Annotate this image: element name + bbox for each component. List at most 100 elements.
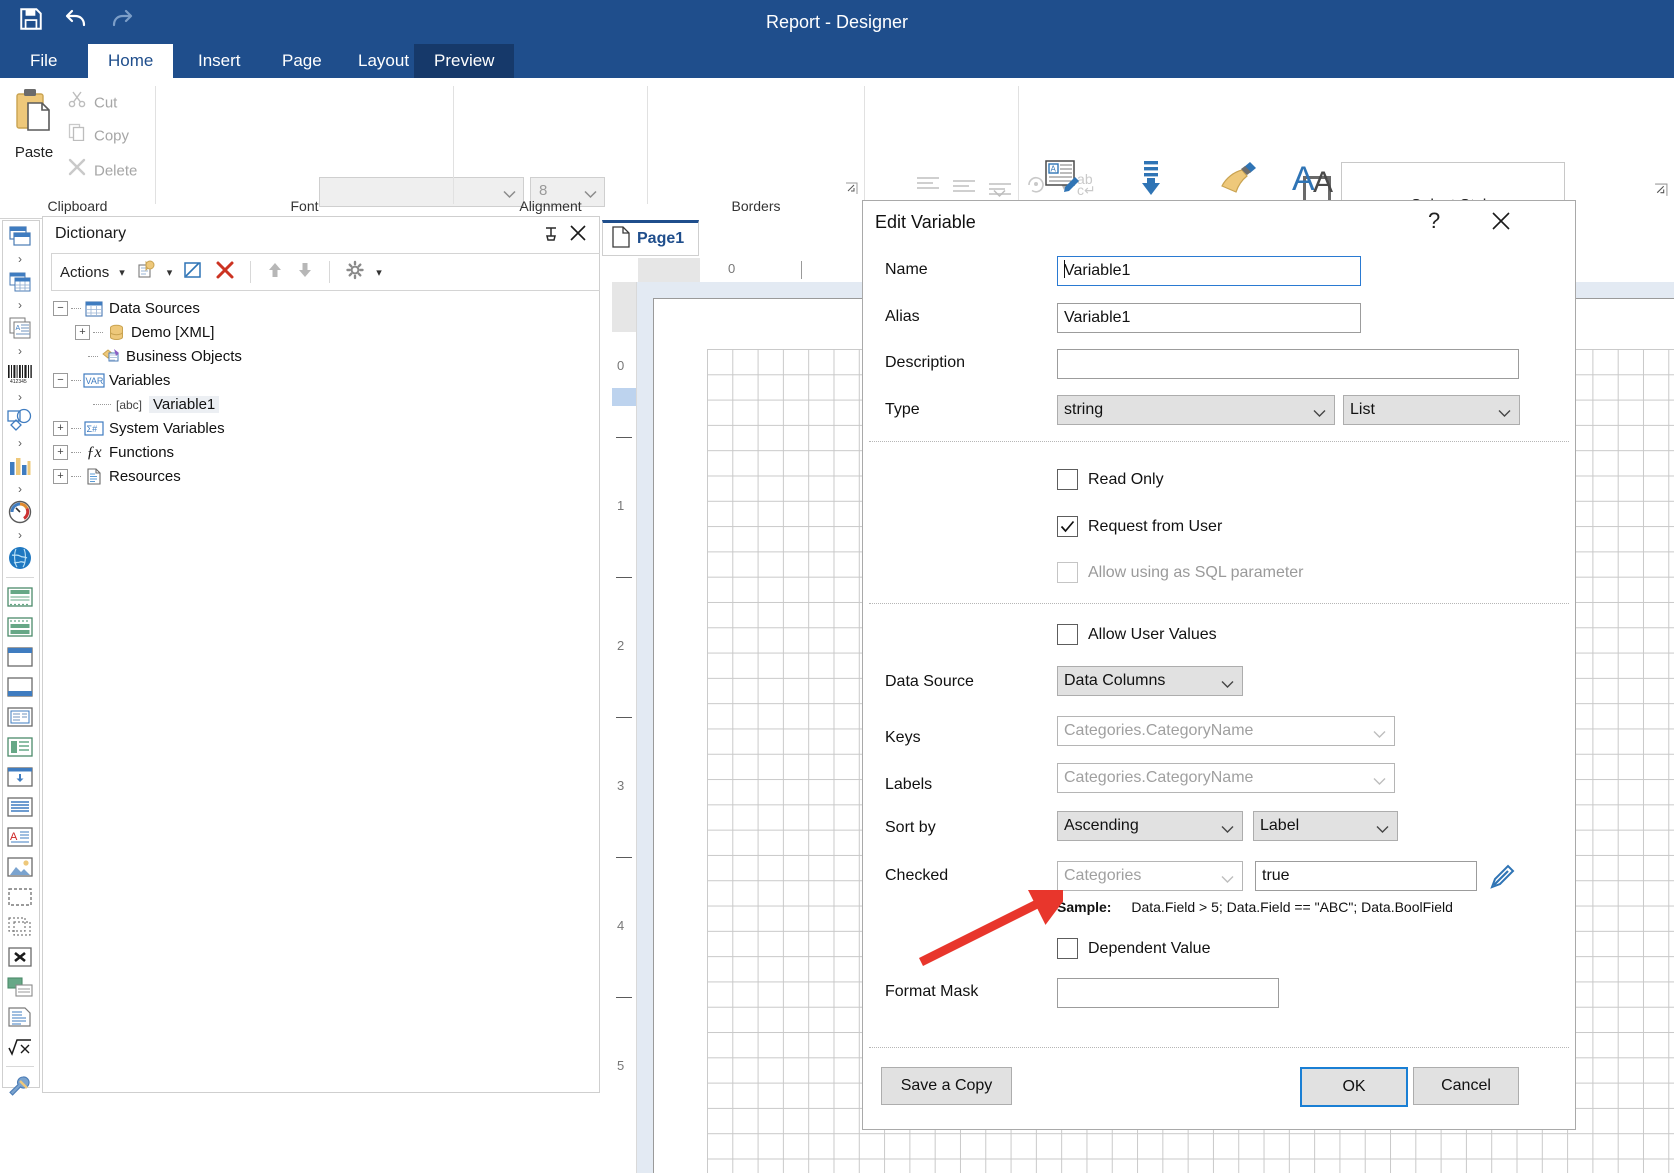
allow-user-values-checkbox-row[interactable]: Allow User Values bbox=[1057, 624, 1217, 645]
request-from-user-checkbox-row[interactable]: Request from User bbox=[1057, 516, 1222, 537]
sort-field-select[interactable]: Label bbox=[1253, 811, 1398, 841]
tree-node-business-objects[interactable]: Business Objects bbox=[53, 345, 593, 368]
chevron-right-icon[interactable]: › bbox=[3, 481, 37, 497]
expand-toggle[interactable]: + bbox=[53, 421, 68, 436]
collapse-toggle[interactable]: − bbox=[53, 301, 68, 316]
sub-report-icon[interactable] bbox=[3, 702, 37, 732]
checked-source-select[interactable]: Categories bbox=[1057, 861, 1243, 891]
chevron-right-icon[interactable]: › bbox=[3, 343, 37, 359]
image-band-icon[interactable] bbox=[3, 852, 37, 882]
save-a-copy-button[interactable]: Save a Copy bbox=[881, 1067, 1012, 1105]
tools-wrench-icon[interactable] bbox=[3, 1071, 37, 1101]
chevron-down-icon bbox=[1313, 405, 1326, 423]
shape-component-icon[interactable] bbox=[3, 405, 37, 435]
ribbon: Paste Cut Copy Delete Clipboard 8 Font ▾… bbox=[0, 78, 1674, 263]
chevron-right-icon[interactable]: › bbox=[3, 251, 37, 267]
request-from-user-checkbox[interactable] bbox=[1057, 516, 1078, 537]
chevron-down-icon[interactable]: ▾ bbox=[376, 266, 382, 279]
tab-file[interactable]: File bbox=[10, 44, 77, 78]
chart-component-icon[interactable] bbox=[3, 451, 37, 481]
keys-select[interactable]: Categories.CategoryName bbox=[1057, 716, 1395, 746]
style-dialog-launcher[interactable] bbox=[1654, 183, 1668, 200]
pencil-edit-icon[interactable] bbox=[1488, 863, 1516, 895]
delete-icon[interactable] bbox=[214, 260, 236, 284]
page-header-band-icon[interactable] bbox=[3, 642, 37, 672]
child-band-icon[interactable] bbox=[3, 762, 37, 792]
chevron-down-icon[interactable]: ▾ bbox=[167, 266, 173, 279]
page-tab-page1[interactable]: Page1 bbox=[602, 220, 700, 256]
cross-band-icon[interactable] bbox=[3, 942, 37, 972]
tree-node-functions[interactable]: + ƒx Functions bbox=[53, 441, 593, 464]
table-component-icon[interactable] bbox=[3, 267, 37, 297]
format-mask-input[interactable] bbox=[1057, 978, 1279, 1008]
read-only-checkbox-row[interactable]: Read Only bbox=[1057, 469, 1164, 490]
alias-input[interactable]: Variable1 bbox=[1057, 303, 1361, 333]
tab-page[interactable]: Page bbox=[262, 44, 342, 78]
description-input[interactable] bbox=[1057, 349, 1519, 379]
chevron-right-icon[interactable]: › bbox=[3, 435, 37, 451]
new-item-icon[interactable] bbox=[135, 260, 157, 284]
collapse-toggle[interactable]: − bbox=[53, 373, 68, 388]
name-input[interactable]: Variable1 bbox=[1057, 256, 1361, 286]
gauge-component-icon[interactable] bbox=[3, 497, 37, 527]
dependent-value-checkbox-row[interactable]: Dependent Value bbox=[1057, 938, 1210, 959]
clone-panel-icon[interactable] bbox=[3, 912, 37, 942]
tree-node-system-variables[interactable]: + Σ# System Variables bbox=[53, 417, 593, 440]
expand-toggle[interactable]: + bbox=[53, 469, 68, 484]
sort-direction-select[interactable]: Ascending bbox=[1057, 811, 1243, 841]
map-globe-component-icon[interactable] bbox=[3, 543, 37, 573]
barcode-component-icon[interactable]: 412345 bbox=[3, 359, 37, 389]
tree-node-data-sources[interactable]: − Data Sources bbox=[53, 297, 593, 320]
chevron-right-icon[interactable]: › bbox=[3, 297, 37, 313]
page-footer-band-icon[interactable] bbox=[3, 672, 37, 702]
actions-menu-button[interactable]: Actions bbox=[60, 264, 109, 281]
labels-select[interactable]: Categories.CategoryName bbox=[1057, 763, 1395, 793]
vertical-ruler[interactable]: 0 1 2 3 4 5 bbox=[612, 282, 637, 1173]
sqrt-formula-icon[interactable] bbox=[3, 1032, 37, 1062]
empty-band-icon[interactable] bbox=[3, 792, 37, 822]
tree-label: Demo [XML] bbox=[131, 324, 215, 341]
chevron-down-icon[interactable]: ▾ bbox=[119, 266, 125, 279]
expand-toggle[interactable]: + bbox=[53, 445, 68, 460]
pin-icon[interactable] bbox=[543, 226, 559, 248]
read-only-checkbox[interactable] bbox=[1057, 469, 1078, 490]
cancel-button[interactable]: Cancel bbox=[1413, 1067, 1519, 1105]
green-band-icon[interactable] bbox=[3, 972, 37, 1002]
type-kind-select[interactable]: List bbox=[1343, 395, 1520, 425]
dashed-placeholder-icon[interactable] bbox=[3, 882, 37, 912]
v-ruler-label-2: 2 bbox=[617, 638, 625, 653]
tab-preview[interactable]: Preview bbox=[414, 44, 515, 78]
tree-node-variables[interactable]: − VAR Variables bbox=[53, 369, 593, 392]
help-icon[interactable]: ? bbox=[1428, 208, 1440, 234]
data-source-select[interactable]: Data Columns bbox=[1057, 666, 1243, 696]
tab-home[interactable]: Home bbox=[88, 44, 174, 78]
dependent-value-checkbox[interactable] bbox=[1057, 938, 1078, 959]
checked-expression-input[interactable]: true bbox=[1255, 861, 1477, 891]
tree-node-demo-xml[interactable]: + Demo [XML] bbox=[53, 321, 593, 344]
borders-dialog-launcher[interactable] bbox=[845, 182, 858, 198]
overlay-band-icon[interactable]: A bbox=[3, 822, 37, 852]
text-component-icon[interactable] bbox=[3, 221, 37, 251]
h-ruler-label-0: 0 bbox=[728, 261, 736, 276]
tree-node-resources[interactable]: + Resources bbox=[53, 465, 593, 488]
paste-button[interactable]: Paste bbox=[8, 86, 60, 161]
expand-toggle[interactable]: + bbox=[75, 325, 90, 340]
report-doc-icon[interactable] bbox=[3, 1002, 37, 1032]
edit-icon[interactable] bbox=[182, 260, 204, 284]
band-header-icon[interactable] bbox=[3, 612, 37, 642]
close-icon[interactable] bbox=[569, 224, 587, 246]
delete-button: Delete bbox=[68, 158, 137, 184]
chevron-right-icon[interactable]: › bbox=[3, 389, 37, 405]
ok-button[interactable]: OK bbox=[1300, 1067, 1408, 1107]
allow-user-values-checkbox[interactable] bbox=[1057, 624, 1078, 645]
richtext-component-icon[interactable]: A bbox=[3, 313, 37, 343]
settings-gear-icon[interactable] bbox=[344, 260, 366, 284]
tree-node-variable1[interactable]: [abc] Variable1 bbox=[53, 393, 593, 416]
type-select[interactable]: string bbox=[1057, 395, 1335, 425]
close-icon[interactable] bbox=[1491, 211, 1511, 235]
hierarchical-band-icon[interactable] bbox=[3, 732, 37, 762]
v-ruler-label-1: 1 bbox=[617, 498, 625, 513]
tab-insert[interactable]: Insert bbox=[178, 44, 261, 78]
chevron-right-icon[interactable]: › bbox=[3, 527, 37, 543]
band-data-icon[interactable] bbox=[3, 582, 37, 612]
